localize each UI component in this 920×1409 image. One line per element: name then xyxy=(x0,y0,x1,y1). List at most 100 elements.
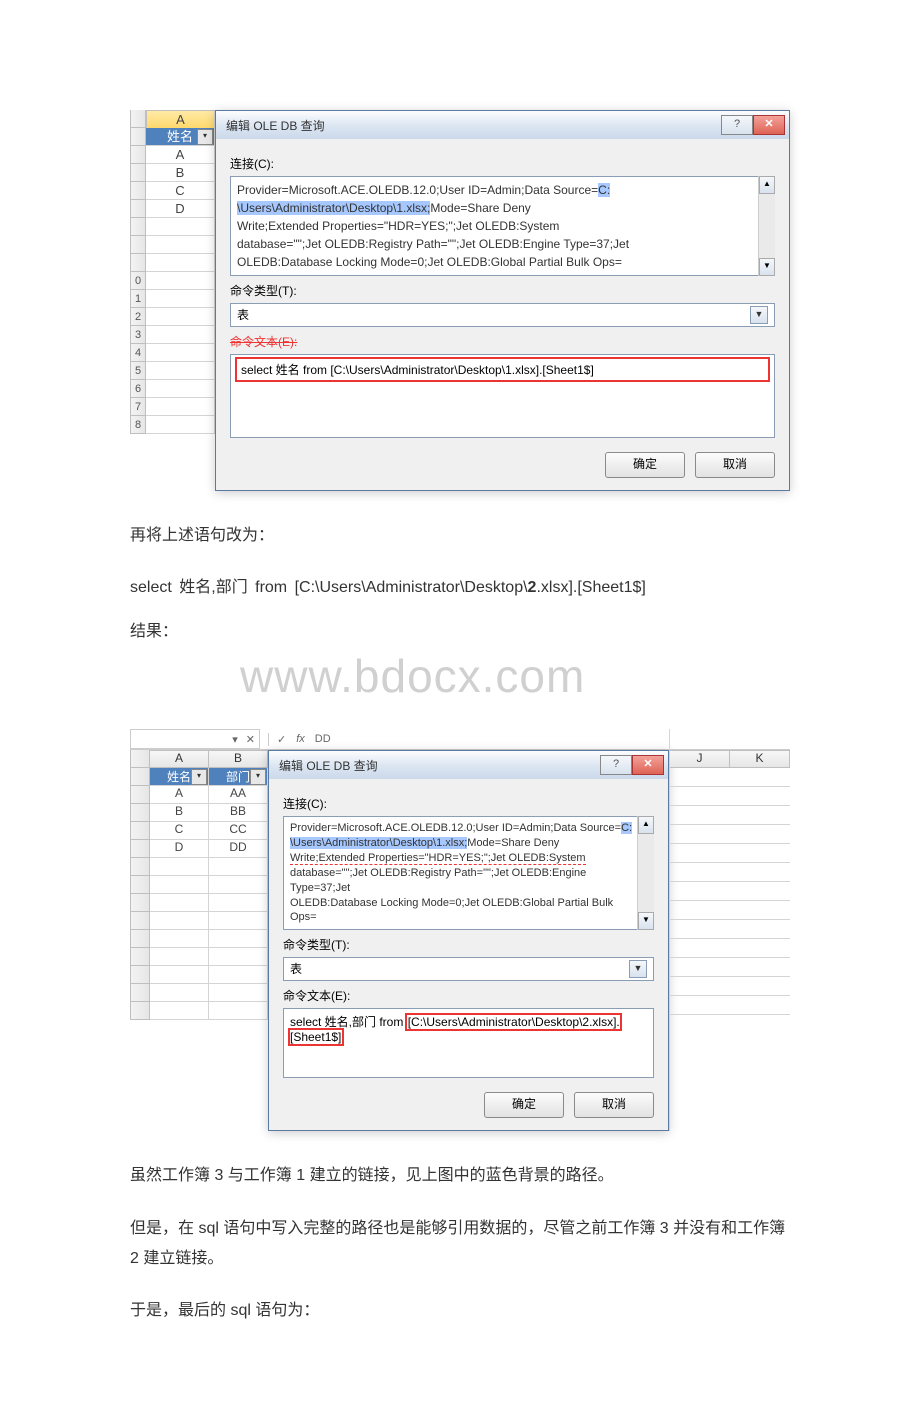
col-header-a[interactable]: A xyxy=(150,750,209,768)
cell[interactable]: A xyxy=(146,146,215,164)
cell[interactable] xyxy=(146,218,215,236)
cmdtext-label: 命令文本(E): xyxy=(283,987,654,1004)
cell[interactable] xyxy=(209,876,268,894)
table-header-name[interactable]: 姓名 ▾ xyxy=(150,768,209,786)
cell[interactable]: B xyxy=(150,804,209,822)
screenshot-2: ▾✕ A B 姓名 ▾ 部门 ▾ AAA BBB CCC DD xyxy=(130,729,790,1131)
cell[interactable] xyxy=(146,416,215,434)
col-header-b[interactable]: B xyxy=(209,750,268,768)
paragraph: 再将上述语句改为： xyxy=(130,521,790,551)
col-header-a[interactable]: A xyxy=(146,110,215,130)
filter-icon[interactable]: ▾ xyxy=(191,769,207,785)
chevron-down-icon[interactable]: ▼ xyxy=(750,306,768,324)
cmdtype-combo[interactable]: 表 ▼ xyxy=(283,957,654,981)
watermark: www.bdocx.com xyxy=(240,649,790,703)
ok-button[interactable]: 确定 xyxy=(484,1092,564,1118)
cell[interactable] xyxy=(209,966,268,984)
ok-button[interactable]: 确定 xyxy=(605,452,685,478)
connection-textarea[interactable]: Provider=Microsoft.ACE.OLEDB.12.0;User I… xyxy=(230,176,775,276)
row-header xyxy=(130,966,150,984)
scroll-up-icon[interactable]: ▲ xyxy=(638,816,654,834)
excel-strip-2: ▾✕ A B 姓名 ▾ 部门 ▾ AAA BBB CCC DD xyxy=(130,729,268,1131)
row-header: 0 xyxy=(130,272,146,290)
dialog-titlebar[interactable]: 编辑 OLE DB 查询 ? ✕ xyxy=(269,751,668,779)
col-header-k[interactable]: K xyxy=(730,750,790,768)
cell[interactable]: B xyxy=(146,164,215,182)
cell[interactable] xyxy=(150,876,209,894)
cell[interactable] xyxy=(150,894,209,912)
cell[interactable] xyxy=(209,912,268,930)
cancel-button[interactable]: 取消 xyxy=(574,1092,654,1118)
scroll-up-icon[interactable]: ▲ xyxy=(759,176,775,194)
cell[interactable] xyxy=(209,930,268,948)
cell[interactable] xyxy=(146,236,215,254)
row-header xyxy=(130,912,150,930)
chevron-down-icon[interactable]: ▼ xyxy=(629,960,647,978)
conn-text: Provider=Microsoft.ACE.OLEDB.12.0;User I… xyxy=(290,822,621,834)
cell[interactable] xyxy=(150,930,209,948)
cell[interactable]: D xyxy=(146,200,215,218)
filter-icon[interactable]: ▾ xyxy=(197,129,213,145)
cell[interactable] xyxy=(209,1002,268,1020)
cell[interactable]: BB xyxy=(209,804,268,822)
connection-textarea[interactable]: Provider=Microsoft.ACE.OLEDB.12.0;User I… xyxy=(283,816,654,930)
close-button[interactable]: ✕ xyxy=(632,755,664,775)
cell[interactable]: C xyxy=(146,182,215,200)
formula-value: DD xyxy=(315,733,331,745)
cell[interactable] xyxy=(150,948,209,966)
cmdtext-textbox[interactable]: select 姓名,部门 from [C:\Users\Administrato… xyxy=(283,1008,654,1078)
cell[interactable] xyxy=(150,912,209,930)
cell[interactable] xyxy=(209,984,268,1002)
scroll-down-icon[interactable]: ▼ xyxy=(638,912,654,930)
close-button[interactable]: ✕ xyxy=(753,115,785,135)
cell[interactable] xyxy=(150,966,209,984)
fx-icon[interactable]: fx xyxy=(296,733,305,745)
help-button[interactable]: ? xyxy=(600,755,632,775)
cell[interactable] xyxy=(150,984,209,1002)
row-header: 5 xyxy=(130,362,146,380)
scrollbar[interactable]: ▲ ▼ xyxy=(637,816,654,930)
conn-hl: C: xyxy=(598,183,610,197)
row-header xyxy=(130,768,150,786)
dialog-titlebar[interactable]: 编辑 OLE DB 查询 ? ✕ xyxy=(216,111,789,139)
cmdtext-textbox[interactable]: select 姓名 from [C:\Users\Administrator\D… xyxy=(230,354,775,438)
cell[interactable] xyxy=(146,308,215,326)
header-text: 部门 xyxy=(226,770,250,784)
cell[interactable] xyxy=(146,326,215,344)
cell[interactable] xyxy=(146,254,215,272)
cell[interactable] xyxy=(146,362,215,380)
cell[interactable]: AA xyxy=(209,786,268,804)
cell[interactable] xyxy=(209,948,268,966)
scroll-down-icon[interactable]: ▼ xyxy=(759,258,775,276)
col-header-j[interactable]: J xyxy=(670,750,730,768)
table-header-dept[interactable]: 部门 ▾ xyxy=(209,768,268,786)
cell[interactable]: DD xyxy=(209,840,268,858)
sql-pre: select 姓名,部门 from xyxy=(290,1015,407,1029)
cell[interactable]: A xyxy=(150,786,209,804)
cell[interactable]: D xyxy=(150,840,209,858)
cell[interactable] xyxy=(209,858,268,876)
name-box[interactable]: ▾✕ xyxy=(130,729,260,749)
table-header-name[interactable]: 姓名 ▾ xyxy=(146,128,215,146)
conn-hl: \Users\Administrator\Desktop\1.xlsx; xyxy=(237,201,430,215)
row-header xyxy=(130,858,150,876)
cmdtype-combo[interactable]: 表 ▼ xyxy=(230,303,775,327)
row-header xyxy=(130,948,150,966)
dialog-area-1: 编辑 OLE DB 查询 ? ✕ 连接(C): Provider=Microso… xyxy=(215,110,790,491)
cell[interactable] xyxy=(146,272,215,290)
cell[interactable] xyxy=(146,344,215,362)
cell[interactable] xyxy=(150,1002,209,1020)
check-icon[interactable]: ✓ xyxy=(277,733,286,746)
cancel-button[interactable]: 取消 xyxy=(695,452,775,478)
cell[interactable] xyxy=(150,858,209,876)
cell[interactable] xyxy=(146,398,215,416)
scrollbar[interactable]: ▲ ▼ xyxy=(758,176,775,276)
cell[interactable] xyxy=(146,380,215,398)
filter-icon[interactable]: ▾ xyxy=(250,769,266,785)
cell[interactable]: CC xyxy=(209,822,268,840)
cell[interactable] xyxy=(209,894,268,912)
help-button[interactable]: ? xyxy=(721,115,753,135)
cell[interactable]: C xyxy=(150,822,209,840)
cell[interactable] xyxy=(146,290,215,308)
formula-bar[interactable]: ✓ fx DD xyxy=(268,733,339,746)
